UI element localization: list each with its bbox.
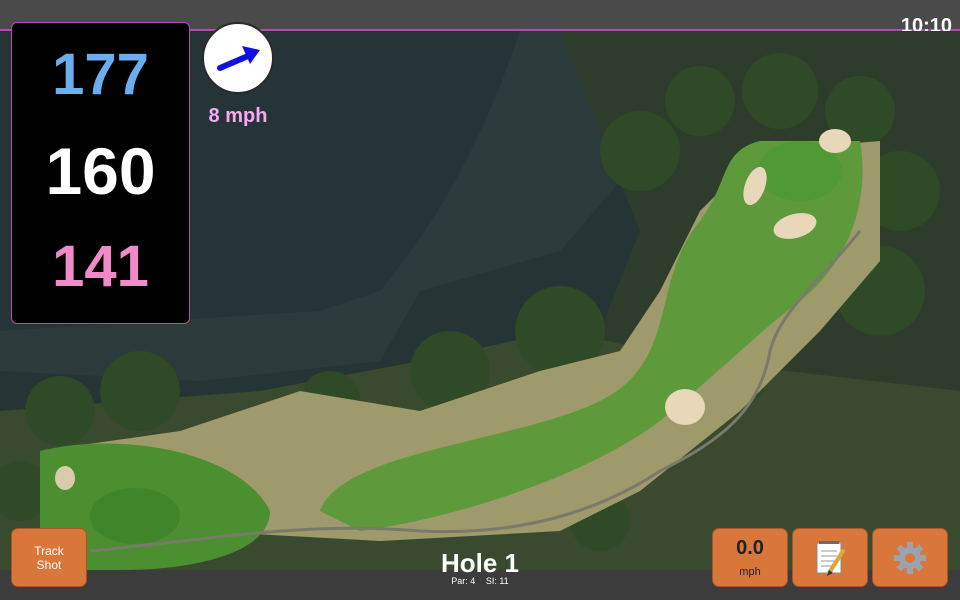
notepad-icon (816, 541, 845, 576)
speed-value: 0.0 (736, 537, 764, 559)
track-shot-button[interactable]: Track Shot (11, 528, 87, 587)
speed-unit: mph (739, 566, 761, 578)
wind-speed: 8 mph (208, 105, 268, 127)
front-distance: 141 (52, 234, 149, 299)
wind-arrow-icon (217, 46, 260, 71)
hole-par: Par: 4 (451, 576, 476, 586)
distance-panel: 177 160 141 (11, 22, 190, 324)
middle-distance: 160 (45, 134, 156, 208)
track-shot-label-line2: Shot (36, 557, 62, 572)
hole-info: Par: 4 SI: 11 (380, 576, 580, 586)
hole-title: Hole 1 (440, 548, 520, 578)
gear-icon (894, 542, 926, 574)
settings-button[interactable] (872, 528, 948, 587)
back-distance: 177 (52, 42, 149, 107)
hole-stroke-index: SI: 11 (485, 576, 509, 586)
notes-button[interactable] (792, 528, 868, 587)
track-shot-label-line1: Track (34, 543, 64, 558)
speed-button[interactable]: 0.0 mph (712, 528, 788, 587)
wind-indicator[interactable] (202, 22, 274, 94)
